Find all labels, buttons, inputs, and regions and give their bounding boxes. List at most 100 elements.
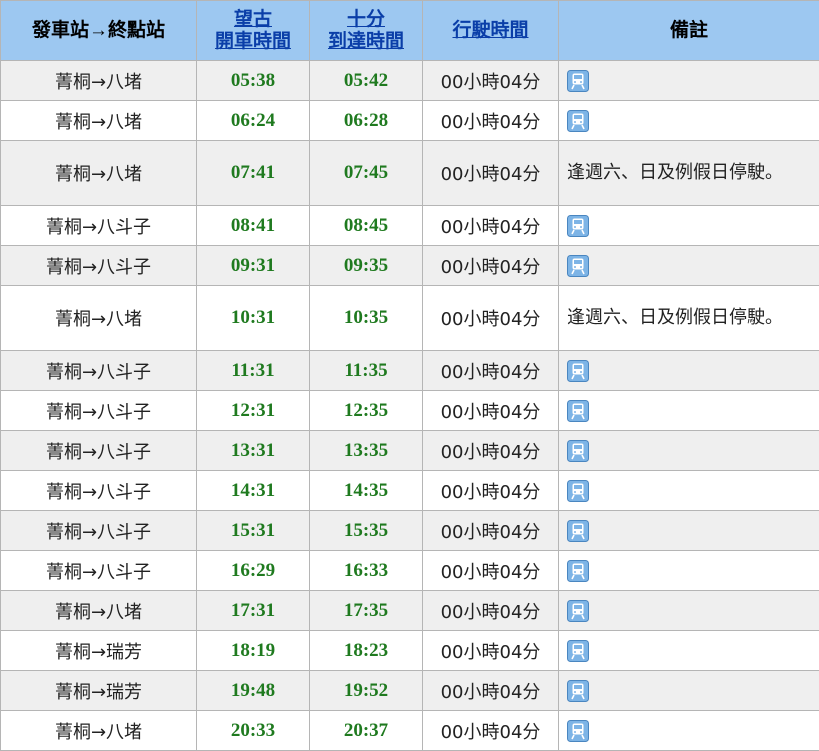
remark-cell: [559, 246, 819, 286]
table-row: 菁桐→八斗子 16:29 16:33 00小時04分: [1, 551, 819, 591]
departure-time-cell: 18:19: [197, 631, 310, 671]
remark-cell: [559, 631, 819, 671]
remark-cell: [559, 391, 819, 431]
header-remarks: 備註: [559, 1, 819, 61]
arrival-time-cell: 10:35: [310, 286, 423, 351]
arrival-time-label: 到達時間: [310, 31, 422, 53]
departure-time-label: 開車時間: [197, 31, 309, 53]
header-arrival: 十分 到達時間: [310, 1, 423, 61]
arrival-time-cell: 18:23: [310, 631, 423, 671]
remark-cell: [559, 591, 819, 631]
departure-time-cell: 06:24: [197, 101, 310, 141]
header-departure: 望古 開車時間: [197, 1, 310, 61]
table-row: 菁桐→八斗子 11:31 11:35 00小時04分: [1, 351, 819, 391]
duration-cell: 00小時04分: [423, 351, 559, 391]
train-icon[interactable]: [567, 360, 589, 382]
arrival-time-cell: 07:45: [310, 141, 423, 206]
arrival-time-cell: 19:52: [310, 671, 423, 711]
remarks-label: 備註: [670, 20, 708, 41]
table-row: 菁桐→八堵 17:31 17:35 00小時04分: [1, 591, 819, 631]
table-row: 菁桐→八斗子 13:31 13:35 00小時04分: [1, 431, 819, 471]
table-row: 菁桐→八堵 05:38 05:42 00小時04分: [1, 61, 819, 101]
route-cell: 菁桐→八堵: [1, 591, 197, 631]
remark-cell: [559, 431, 819, 471]
route-cell: 菁桐→八堵: [1, 101, 197, 141]
duration-cell: 00小時04分: [423, 206, 559, 246]
duration-cell: 00小時04分: [423, 711, 559, 751]
duration-cell: 00小時04分: [423, 246, 559, 286]
departure-time-cell: 11:31: [197, 351, 310, 391]
departure-station-label: 望古: [197, 9, 309, 31]
route-cell: 菁桐→八斗子: [1, 391, 197, 431]
departure-time-cell: 15:31: [197, 511, 310, 551]
train-icon[interactable]: [567, 70, 589, 92]
arrival-time-cell: 13:35: [310, 431, 423, 471]
duration-cell: 00小時04分: [423, 591, 559, 631]
table-row: 菁桐→八斗子 15:31 15:35 00小時04分: [1, 511, 819, 551]
train-icon[interactable]: [567, 400, 589, 422]
train-icon[interactable]: [567, 480, 589, 502]
route-cell: 菁桐→八斗子: [1, 471, 197, 511]
arrival-time-cell: 12:35: [310, 391, 423, 431]
table-row: 菁桐→八堵 06:24 06:28 00小時04分: [1, 101, 819, 141]
table-row: 菁桐→八斗子 12:31 12:35 00小時04分: [1, 391, 819, 431]
timetable-body: 菁桐→八堵 05:38 05:42 00小時04分 菁桐→八堵 06:24 06…: [1, 61, 819, 751]
arrival-time-cell: 17:35: [310, 591, 423, 631]
sort-duration-link[interactable]: 行駛時間: [423, 20, 558, 42]
train-icon[interactable]: [567, 720, 589, 742]
departure-time-cell: 17:31: [197, 591, 310, 631]
departure-time-cell: 14:31: [197, 471, 310, 511]
route-cell: 菁桐→八堵: [1, 61, 197, 101]
header-row: 發車站→終點站 望古 開車時間 十分 到達時間 行駛時間 備註: [1, 1, 819, 61]
departure-time-cell: 08:41: [197, 206, 310, 246]
remark-cell: [559, 511, 819, 551]
departure-time-cell: 09:31: [197, 246, 310, 286]
departure-time-cell: 13:31: [197, 431, 310, 471]
route-cell: 菁桐→八斗子: [1, 431, 197, 471]
remark-cell: [559, 61, 819, 101]
duration-cell: 00小時04分: [423, 511, 559, 551]
duration-cell: 00小時04分: [423, 61, 559, 101]
route-cell: 菁桐→八斗子: [1, 511, 197, 551]
arrival-time-cell: 09:35: [310, 246, 423, 286]
table-row: 菁桐→八堵 07:41 07:45 00小時04分 逢週六、日及例假日停駛。: [1, 141, 819, 206]
arrival-time-cell: 15:35: [310, 511, 423, 551]
route-cell: 菁桐→八堵: [1, 141, 197, 206]
train-icon[interactable]: [567, 520, 589, 542]
arrival-station-label: 十分: [310, 9, 422, 31]
train-icon[interactable]: [567, 440, 589, 462]
train-icon[interactable]: [567, 680, 589, 702]
arrival-time-cell: 05:42: [310, 61, 423, 101]
table-row: 菁桐→瑞芳 19:48 19:52 00小時04分: [1, 671, 819, 711]
sort-arrival-link[interactable]: 十分 到達時間: [310, 9, 422, 53]
train-icon[interactable]: [567, 215, 589, 237]
route-cell: 菁桐→八堵: [1, 286, 197, 351]
table-row: 菁桐→八堵 10:31 10:35 00小時04分 逢週六、日及例假日停駛。: [1, 286, 819, 351]
table-row: 菁桐→八堵 20:33 20:37 00小時04分: [1, 711, 819, 751]
duration-label: 行駛時間: [423, 20, 558, 42]
arrival-time-cell: 11:35: [310, 351, 423, 391]
arrival-time-cell: 20:37: [310, 711, 423, 751]
route-cell: 菁桐→八斗子: [1, 351, 197, 391]
duration-cell: 00小時04分: [423, 551, 559, 591]
remark-cell: [559, 711, 819, 751]
train-icon[interactable]: [567, 110, 589, 132]
sort-departure-link[interactable]: 望古 開車時間: [197, 9, 309, 53]
duration-cell: 00小時04分: [423, 671, 559, 711]
route-cell: 菁桐→八斗子: [1, 551, 197, 591]
train-icon[interactable]: [567, 600, 589, 622]
remark-cell: [559, 351, 819, 391]
duration-cell: 00小時04分: [423, 141, 559, 206]
table-row: 菁桐→八斗子 09:31 09:35 00小時04分: [1, 246, 819, 286]
departure-time-cell: 10:31: [197, 286, 310, 351]
departure-time-cell: 12:31: [197, 391, 310, 431]
arrival-time-cell: 16:33: [310, 551, 423, 591]
train-icon[interactable]: [567, 255, 589, 277]
remark-cell: [559, 671, 819, 711]
train-icon[interactable]: [567, 560, 589, 582]
train-icon[interactable]: [567, 640, 589, 662]
header-route: 發車站→終點站: [1, 1, 197, 61]
remark-cell: 逢週六、日及例假日停駛。: [559, 141, 819, 206]
departure-time-cell: 07:41: [197, 141, 310, 206]
duration-cell: 00小時04分: [423, 286, 559, 351]
